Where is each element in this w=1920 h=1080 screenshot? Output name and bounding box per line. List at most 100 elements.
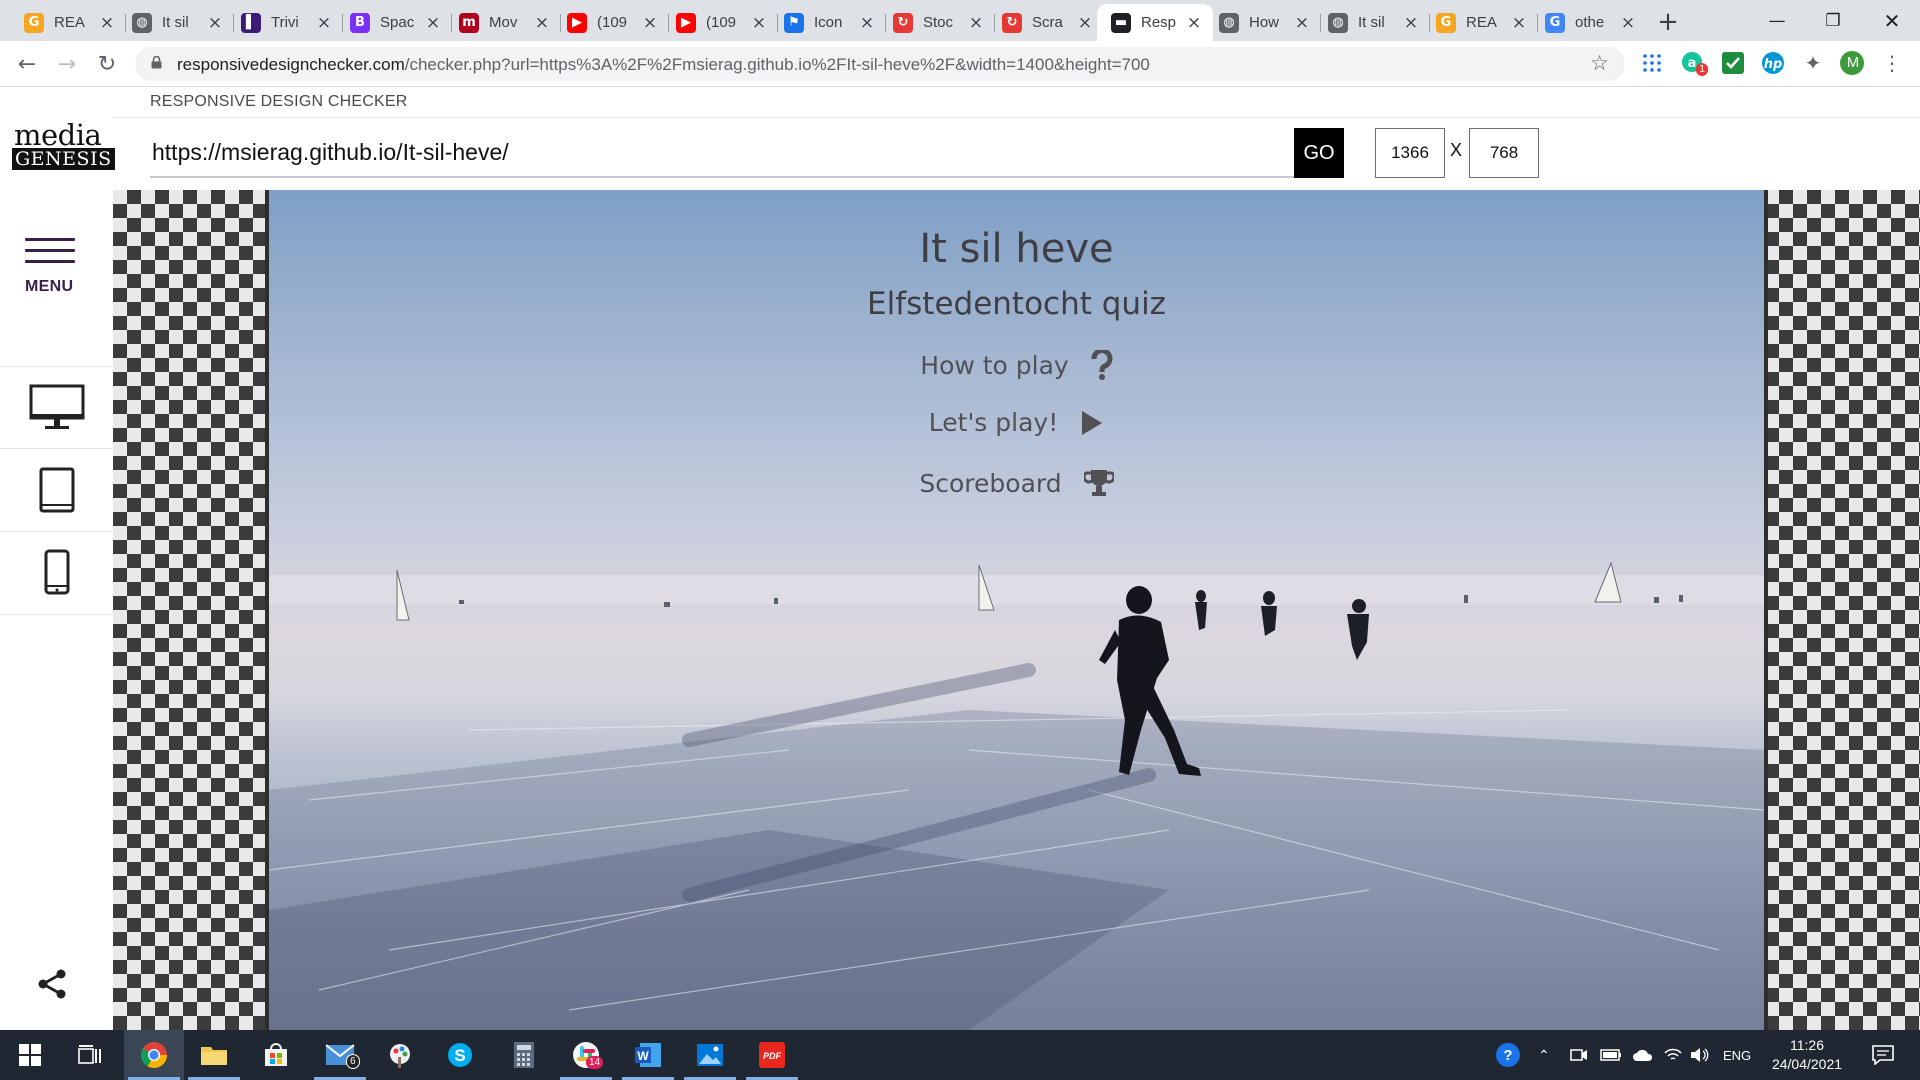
- share-icon[interactable]: [36, 968, 68, 1005]
- browser-tab[interactable]: ↻ Scra ×: [988, 4, 1104, 41]
- trivia-icon: ▌: [241, 12, 261, 33]
- windows-start-icon[interactable]: [0, 1030, 60, 1080]
- browser-tab[interactable]: ↻ Stoc ×: [879, 4, 995, 41]
- menu-label[interactable]: MENU: [25, 278, 73, 296]
- close-tab-icon[interactable]: ×: [856, 12, 878, 34]
- browser-tab[interactable]: ▶ (109 ×: [662, 4, 778, 41]
- browser-tab[interactable]: ⚑ Icon ×: [770, 4, 886, 41]
- clock[interactable]: 11:26 24/04/2021: [1762, 1036, 1852, 1074]
- bookmark-star-icon[interactable]: ☆: [1590, 51, 1609, 75]
- close-tab-icon[interactable]: ×: [1617, 12, 1639, 34]
- address-url[interactable]: responsivedesignchecker.com/checker.php?…: [177, 55, 1150, 75]
- new-tab-button[interactable]: +: [1654, 7, 1682, 37]
- go-button[interactable]: GO: [1294, 128, 1344, 178]
- browser-tab-title: How: [1249, 14, 1280, 31]
- close-tab-icon[interactable]: ×: [965, 12, 987, 34]
- browser-tab[interactable]: ◍ How ×: [1205, 4, 1321, 41]
- forward-button[interactable]: →: [52, 49, 82, 79]
- stackoverflow-icon: ↻: [1002, 12, 1022, 33]
- close-tab-icon[interactable]: ×: [1074, 12, 1096, 34]
- microsoft-store-icon[interactable]: [246, 1030, 306, 1080]
- browser-tab[interactable]: ◍ It sil ×: [118, 4, 234, 41]
- language-indicator[interactable]: ENG: [1723, 1030, 1751, 1080]
- width-input[interactable]: [1375, 128, 1445, 178]
- mail-icon[interactable]: 6: [310, 1030, 370, 1080]
- refresh-g-icon: G: [1436, 12, 1456, 33]
- close-tab-icon[interactable]: ×: [639, 12, 661, 34]
- browser-tab-title: Spac: [380, 14, 415, 31]
- minimize-button[interactable]: —: [1749, 0, 1805, 41]
- close-tab-icon[interactable]: ×: [748, 12, 770, 34]
- close-tab-icon[interactable]: ×: [531, 12, 553, 34]
- browser-tab[interactable]: B Spac ×: [336, 4, 452, 41]
- close-tab-icon[interactable]: ×: [1400, 12, 1422, 34]
- close-tab-icon[interactable]: ×: [204, 12, 226, 34]
- calculator-icon[interactable]: [494, 1030, 554, 1080]
- hamburger-menu-icon[interactable]: [25, 238, 75, 271]
- notification-center-icon[interactable]: [1858, 1030, 1908, 1080]
- close-tab-icon[interactable]: ×: [313, 12, 335, 34]
- address-bar[interactable]: responsivedesignchecker.com/checker.php?…: [135, 47, 1625, 81]
- tray-chevron-icon[interactable]: ⌃: [1538, 1030, 1550, 1080]
- close-window-button[interactable]: ✕: [1864, 0, 1920, 41]
- checkmark-extension-icon[interactable]: [1721, 51, 1745, 75]
- close-tab-icon[interactable]: ×: [96, 12, 118, 34]
- task-view-icon[interactable]: [60, 1030, 120, 1080]
- browser-tab[interactable]: G REA ×: [1422, 4, 1538, 41]
- file-explorer-icon[interactable]: [184, 1030, 244, 1080]
- hp-extension-icon[interactable]: hp: [1761, 51, 1785, 75]
- browser-tab[interactable]: ◍ It sil ×: [1314, 4, 1430, 41]
- browser-tab[interactable]: ▬ Resp ×: [1097, 4, 1213, 41]
- skype-icon[interactable]: S: [430, 1030, 490, 1080]
- close-tab-icon[interactable]: ×: [422, 12, 444, 34]
- paint-icon[interactable]: [370, 1030, 430, 1080]
- browser-tab-title: othe: [1575, 14, 1605, 31]
- desktop-device-icon[interactable]: [0, 368, 113, 448]
- svg-text:?: ?: [1503, 1047, 1512, 1064]
- help-icon[interactable]: ?: [1488, 1030, 1528, 1080]
- grammarly-extension-icon[interactable]: a 1: [1681, 51, 1709, 76]
- checker-header-label: RESPONSIVE DESIGN CHECKER: [150, 93, 408, 110]
- meet-now-icon[interactable]: [1570, 1030, 1588, 1080]
- site-url-input[interactable]: [150, 128, 1295, 178]
- chrome-taskbar-icon[interactable]: [124, 1030, 184, 1080]
- browser-toolbar: ← → ↻ responsivedesignchecker.com/checke…: [0, 41, 1920, 87]
- globe-icon: ◍: [1328, 12, 1348, 33]
- photos-icon[interactable]: [680, 1030, 740, 1080]
- browser-tab[interactable]: G REA ×: [10, 4, 126, 41]
- maximize-button[interactable]: ❐: [1805, 0, 1861, 41]
- wifi-icon[interactable]: [1664, 1030, 1682, 1080]
- url-path: /checker.php?url=https%3A%2F%2Fmsierag.g…: [404, 55, 1150, 74]
- scoreboard-button[interactable]: Scoreboard: [269, 468, 1764, 498]
- onedrive-icon[interactable]: [1632, 1030, 1654, 1080]
- pdf-app-icon[interactable]: PDF: [742, 1030, 802, 1080]
- browser-tab[interactable]: ▶ (109 ×: [553, 4, 669, 41]
- battery-icon[interactable]: [1600, 1030, 1622, 1080]
- back-button[interactable]: ←: [12, 49, 42, 79]
- how-to-play-button[interactable]: How to play: [269, 350, 1764, 380]
- mobile-device-icon[interactable]: [0, 532, 113, 612]
- google-icon: G: [1545, 12, 1565, 33]
- volume-icon[interactable]: [1690, 1030, 1710, 1080]
- apps-grid-icon[interactable]: [1640, 51, 1664, 75]
- browser-tab[interactable]: Gothe ×: [1531, 4, 1647, 41]
- profile-avatar[interactable]: M: [1840, 51, 1864, 75]
- word-icon[interactable]: W: [618, 1030, 678, 1080]
- browser-menu-icon[interactable]: ⋮: [1880, 51, 1904, 75]
- reload-button[interactable]: ↻: [92, 49, 122, 79]
- extensions-puzzle-icon[interactable]: ✦: [1801, 51, 1825, 75]
- close-tab-icon[interactable]: ×: [1183, 12, 1205, 34]
- close-tab-icon[interactable]: ×: [1508, 12, 1530, 34]
- height-input[interactable]: [1469, 128, 1539, 178]
- browser-tab-title: Scra: [1032, 14, 1063, 31]
- youtube-icon: ▶: [567, 12, 587, 33]
- responsive-icon: ▬: [1111, 12, 1131, 33]
- lets-play-button[interactable]: Let's play!: [269, 408, 1764, 437]
- tablet-device-icon[interactable]: [0, 450, 113, 530]
- browser-tab-title: Mov: [489, 14, 518, 31]
- browser-tab[interactable]: m Mov ×: [445, 4, 561, 41]
- close-tab-icon[interactable]: ×: [1291, 12, 1313, 34]
- browser-tab[interactable]: ▌ Trivi ×: [227, 4, 343, 41]
- site-preview-frame[interactable]: It sil heve Elfstedentocht quiz How to p…: [265, 190, 1768, 1030]
- slack-icon[interactable]: 14: [556, 1030, 616, 1080]
